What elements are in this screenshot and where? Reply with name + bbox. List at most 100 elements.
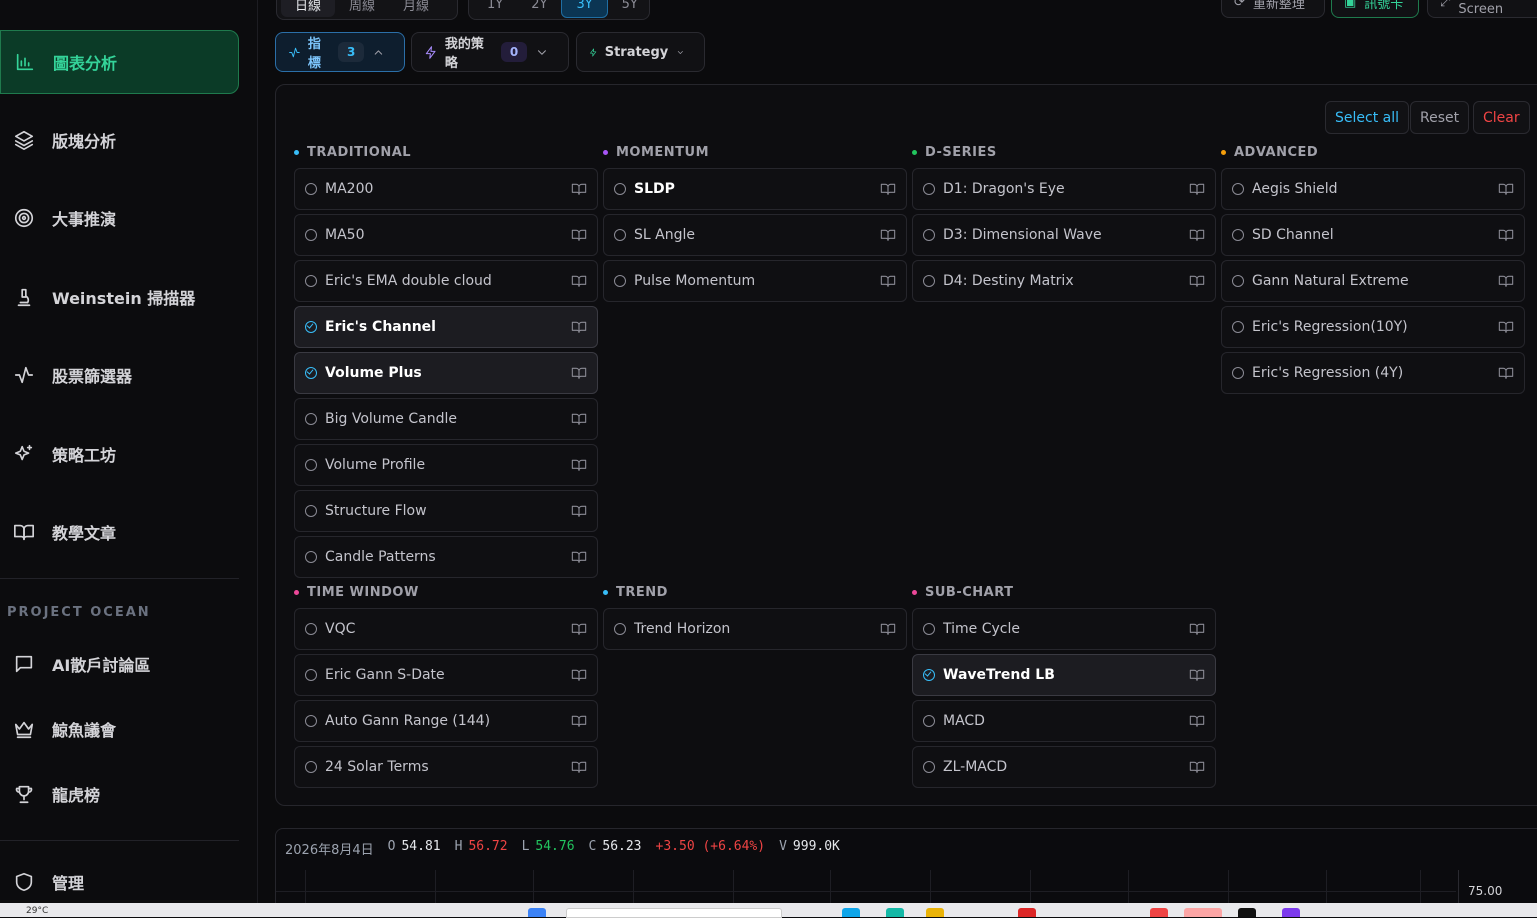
indicator-item[interactable]: Pulse Momentum xyxy=(603,260,907,302)
indicator-item[interactable]: Aegis Shield xyxy=(1221,168,1525,210)
indicator-item[interactable]: Candle Patterns xyxy=(294,536,598,578)
tab-strategy[interactable]: Strategy xyxy=(576,32,705,72)
indicator-item[interactable]: Trend Horizon xyxy=(603,608,907,650)
chart-grid-line xyxy=(930,870,931,903)
circle-icon xyxy=(305,623,317,635)
book-open-icon[interactable] xyxy=(1498,227,1514,243)
circle-icon xyxy=(305,459,317,471)
book-open-icon[interactable] xyxy=(1498,273,1514,289)
indicator-item[interactable]: Big Volume Candle xyxy=(294,398,598,440)
range-tab-3y[interactable]: 3Y xyxy=(561,0,608,18)
book-open-icon[interactable] xyxy=(571,181,587,197)
reload-button[interactable]: ⟳ 重新整理 xyxy=(1221,0,1325,18)
book-open-icon[interactable] xyxy=(1189,759,1205,775)
sidebar-item-event-simulation[interactable]: 大事推演 xyxy=(0,186,239,250)
book-open-icon[interactable] xyxy=(571,713,587,729)
indicator-item[interactable]: 24 Solar Terms xyxy=(294,746,598,788)
book-open-icon[interactable] xyxy=(880,621,896,637)
sidebar-item-stock-screener[interactable]: 股票篩選器 xyxy=(0,343,239,407)
book-open-icon[interactable] xyxy=(571,319,587,335)
indicator-item[interactable]: MACD xyxy=(912,700,1216,742)
indicator-item[interactable]: Auto Gann Range (144) xyxy=(294,700,598,742)
select-all-button[interactable]: Select all xyxy=(1325,101,1409,134)
book-open-icon[interactable] xyxy=(1498,319,1514,335)
indicator-item[interactable]: ZL-MACD xyxy=(912,746,1216,788)
indicator-item[interactable]: D3: Dimensional Wave xyxy=(912,214,1216,256)
sidebar-item-leaderboard[interactable]: 龍虎榜 xyxy=(0,762,239,826)
book-open-icon[interactable] xyxy=(571,457,587,473)
sidebar-item-sector-analysis[interactable]: 版塊分析 xyxy=(0,108,239,172)
sidebar-item-whale-council[interactable]: 鯨魚議會 xyxy=(0,697,239,761)
period-tab-weekly[interactable]: 周線 xyxy=(335,0,389,17)
fullscreen-button[interactable]: ⤢ Full Screen xyxy=(1427,0,1537,18)
book-open-icon[interactable] xyxy=(571,411,587,427)
book-open-icon[interactable] xyxy=(571,503,587,519)
book-open-icon[interactable] xyxy=(571,273,587,289)
book-open-icon[interactable] xyxy=(1189,621,1205,637)
taskbar-app-icon[interactable] xyxy=(1150,908,1168,917)
book-open-icon[interactable] xyxy=(571,621,587,637)
book-open-icon[interactable] xyxy=(880,181,896,197)
indicator-item[interactable]: WaveTrend LB xyxy=(912,654,1216,696)
book-open-icon[interactable] xyxy=(571,549,587,565)
indicator-item[interactable]: Eric's Regression (4Y) xyxy=(1221,352,1525,394)
sidebar-item-tutorials[interactable]: 教學文章 xyxy=(0,500,239,564)
book-open-icon[interactable] xyxy=(1189,227,1205,243)
sidebar-item-chart-analysis[interactable]: 圖表分析 xyxy=(0,30,239,94)
indicator-item[interactable]: Time Cycle xyxy=(912,608,1216,650)
book-open-icon[interactable] xyxy=(1189,713,1205,729)
book-open-icon[interactable] xyxy=(880,273,896,289)
book-open-icon[interactable] xyxy=(1189,181,1205,197)
range-tab-2y[interactable]: 2Y xyxy=(517,0,561,17)
indicator-item[interactable]: Eric's Channel xyxy=(294,306,598,348)
sidebar-item-weinstein-scanner[interactable]: Weinstein 掃描器 xyxy=(0,265,239,329)
book-open-icon[interactable] xyxy=(571,667,587,683)
indicator-item[interactable]: MA50 xyxy=(294,214,598,256)
taskbar-app-icon[interactable] xyxy=(926,908,944,917)
indicator-item[interactable]: Eric Gann S-Date xyxy=(294,654,598,696)
book-open-icon[interactable] xyxy=(1189,667,1205,683)
taskbar-app-icon[interactable] xyxy=(1018,908,1036,917)
indicator-item[interactable]: Volume Profile xyxy=(294,444,598,486)
tab-my-strategies[interactable]: 我的策略 0 xyxy=(411,32,569,72)
indicator-item[interactable]: Structure Flow xyxy=(294,490,598,532)
indicator-item[interactable]: Volume Plus xyxy=(294,352,598,394)
sidebar-item-ai-forum[interactable]: AI散戶討論區 xyxy=(0,632,239,696)
book-open-icon[interactable] xyxy=(571,759,587,775)
taskbar-app-icon[interactable] xyxy=(842,908,860,917)
taskbar-app-icon[interactable] xyxy=(886,908,904,917)
indicator-item[interactable]: D1: Dragon's Eye xyxy=(912,168,1216,210)
windows-start-icon[interactable] xyxy=(528,908,546,917)
indicator-label: D3: Dimensional Wave xyxy=(943,227,1102,243)
taskbar-app-icon[interactable] xyxy=(1184,908,1222,917)
book-open-icon[interactable] xyxy=(571,365,587,381)
reset-button[interactable]: Reset xyxy=(1410,101,1470,134)
book-open-icon[interactable] xyxy=(571,227,587,243)
indicator-item[interactable]: Eric's EMA double cloud xyxy=(294,260,598,302)
indicator-item[interactable]: SLDP xyxy=(603,168,907,210)
taskbar-app-icon[interactable] xyxy=(1238,908,1256,917)
signal-card-button[interactable]: ▣ 訊號卡 xyxy=(1331,0,1419,18)
taskbar-app-icon[interactable] xyxy=(1282,908,1300,917)
indicator-item[interactable]: VQC xyxy=(294,608,598,650)
book-open-icon[interactable] xyxy=(1189,273,1205,289)
book-open-icon[interactable] xyxy=(1498,181,1514,197)
indicator-item[interactable]: Gann Natural Extreme xyxy=(1221,260,1525,302)
book-open-icon[interactable] xyxy=(1498,365,1514,381)
tab-indicators[interactable]: 指標 3 xyxy=(275,32,405,72)
range-tab-1y[interactable]: 1Y xyxy=(473,0,517,17)
indicator-item[interactable]: D4: Destiny Matrix xyxy=(912,260,1216,302)
indicator-item[interactable]: SL Angle xyxy=(603,214,907,256)
book-open-icon[interactable] xyxy=(880,227,896,243)
period-tab-monthly[interactable]: 月線 xyxy=(389,0,443,17)
indicator-item[interactable]: MA200 xyxy=(294,168,598,210)
circle-icon xyxy=(305,275,317,287)
indicator-label: Eric's Regression (4Y) xyxy=(1252,365,1404,381)
indicator-item[interactable]: Eric's Regression(10Y) xyxy=(1221,306,1525,348)
clear-button[interactable]: Clear xyxy=(1473,101,1530,134)
range-tab-5y[interactable]: 5Y xyxy=(608,0,652,17)
indicator-item[interactable]: SD Channel xyxy=(1221,214,1525,256)
indicators-count-badge: 3 xyxy=(338,42,365,62)
period-tab-daily[interactable]: 日線 xyxy=(281,0,336,17)
sidebar-item-strategy-workshop[interactable]: 策略工坊 xyxy=(0,422,239,486)
